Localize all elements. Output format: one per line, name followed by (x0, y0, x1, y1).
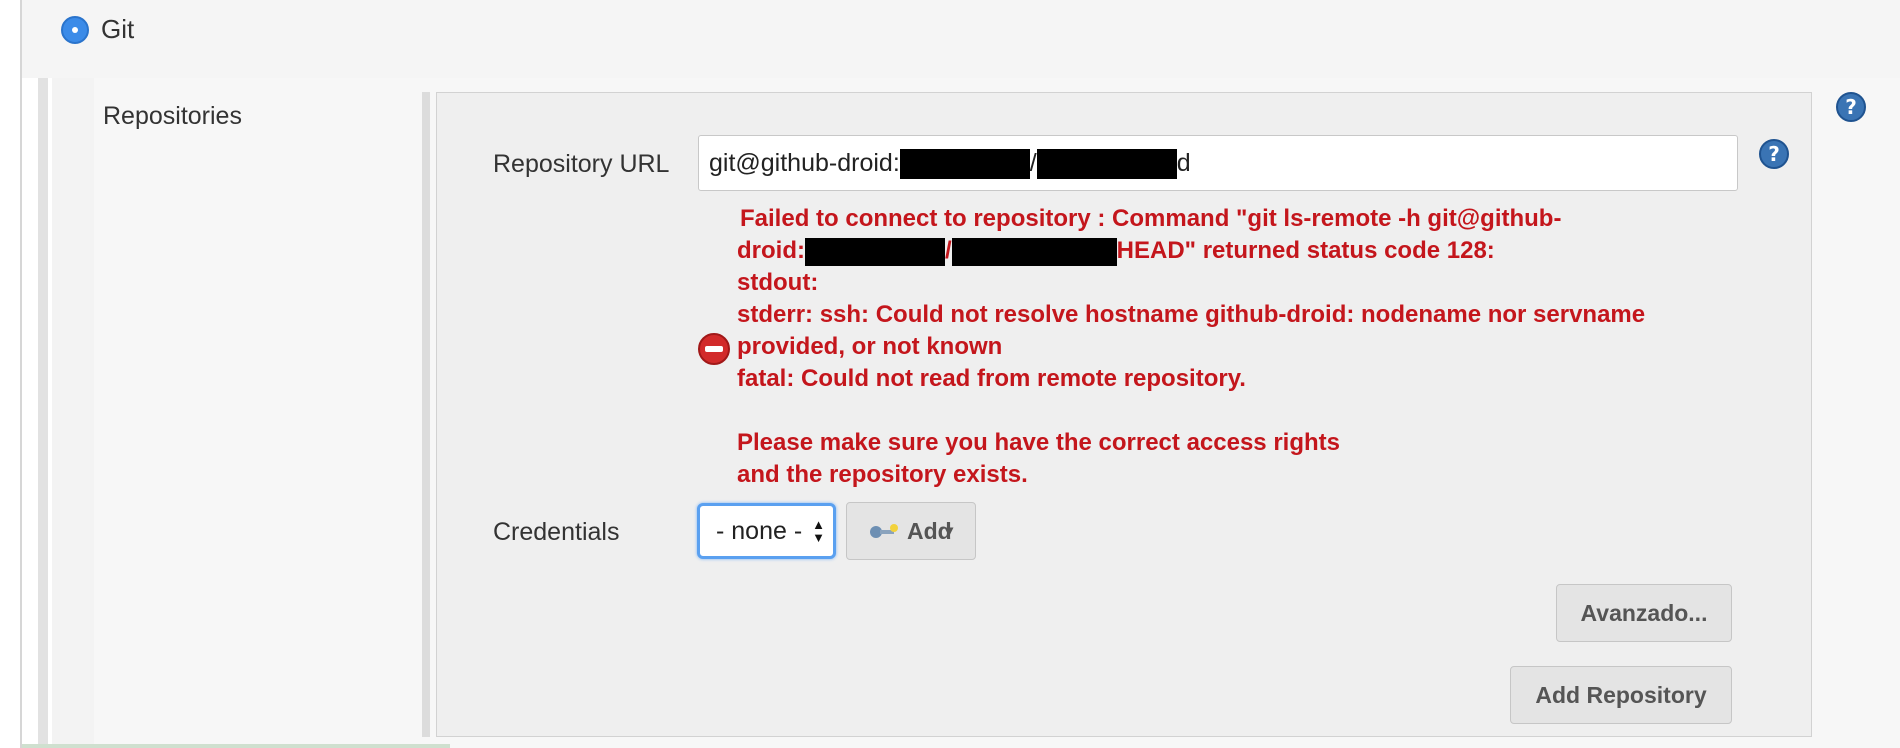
section-indent-pad (52, 78, 94, 748)
section-indent-bar (38, 78, 48, 748)
redacted-block (804, 237, 945, 266)
error-icon (698, 333, 730, 365)
credentials-selected-value: - none - (716, 517, 803, 545)
url-value-prefix: git@github-droid: (709, 149, 900, 177)
redacted-block (951, 237, 1117, 266)
select-arrows-icon: ▲ ▼ (812, 517, 825, 545)
error-text: HEAD" returned status code 128: (1116, 237, 1495, 264)
credentials-label: Credentials (493, 518, 620, 546)
repository-block-bar (422, 92, 430, 737)
repository-url-help-icon[interactable]: ? (1759, 139, 1789, 169)
error-line: Please make sure you have the correct ac… (737, 429, 1340, 456)
repository-url-label: Repository URL (493, 150, 670, 178)
bottom-divider (22, 744, 450, 748)
error-line: stdout: (737, 269, 819, 296)
error-text: droid: (737, 237, 805, 264)
redacted-block (1036, 149, 1177, 180)
repository-url-input[interactable]: git@github-droid: / d (698, 135, 1738, 191)
caret-down-icon: ▾ (945, 523, 954, 540)
error-line: and the repository exists. (737, 461, 1028, 488)
add-credentials-button[interactable]: Add ▾ (846, 502, 976, 560)
url-value-separator: / (1029, 149, 1037, 177)
help-icon[interactable]: ? (1836, 92, 1866, 122)
credentials-select[interactable]: - none - ▲ ▼ (697, 503, 836, 559)
error-line: fatal: Could not read from remote reposi… (737, 365, 1246, 392)
key-icon (870, 524, 898, 538)
redacted-block (899, 149, 1030, 180)
error-line: stderr: ssh: Could not resolve hostname … (737, 301, 1646, 328)
git-radio-button[interactable] (61, 16, 89, 44)
url-value-suffix: d (1176, 149, 1191, 177)
error-blank-line (737, 395, 1747, 427)
repositories-label: Repositories (103, 102, 242, 130)
git-option-label: Git (101, 14, 135, 44)
error-line: provided, or not known (737, 333, 1003, 360)
error-line: droid: / HEAD" returned status code 128: (737, 235, 1747, 267)
advanced-button[interactable]: Avanzado... (1556, 584, 1732, 642)
error-line: Failed to connect to repository : Comman… (740, 205, 1562, 232)
outer-border (20, 0, 22, 748)
git-option-row (22, 0, 1900, 78)
error-text: / (944, 237, 952, 264)
add-repository-button[interactable]: Add Repository (1510, 666, 1732, 724)
connection-error-message: Failed to connect to repository : Comman… (737, 203, 1747, 491)
